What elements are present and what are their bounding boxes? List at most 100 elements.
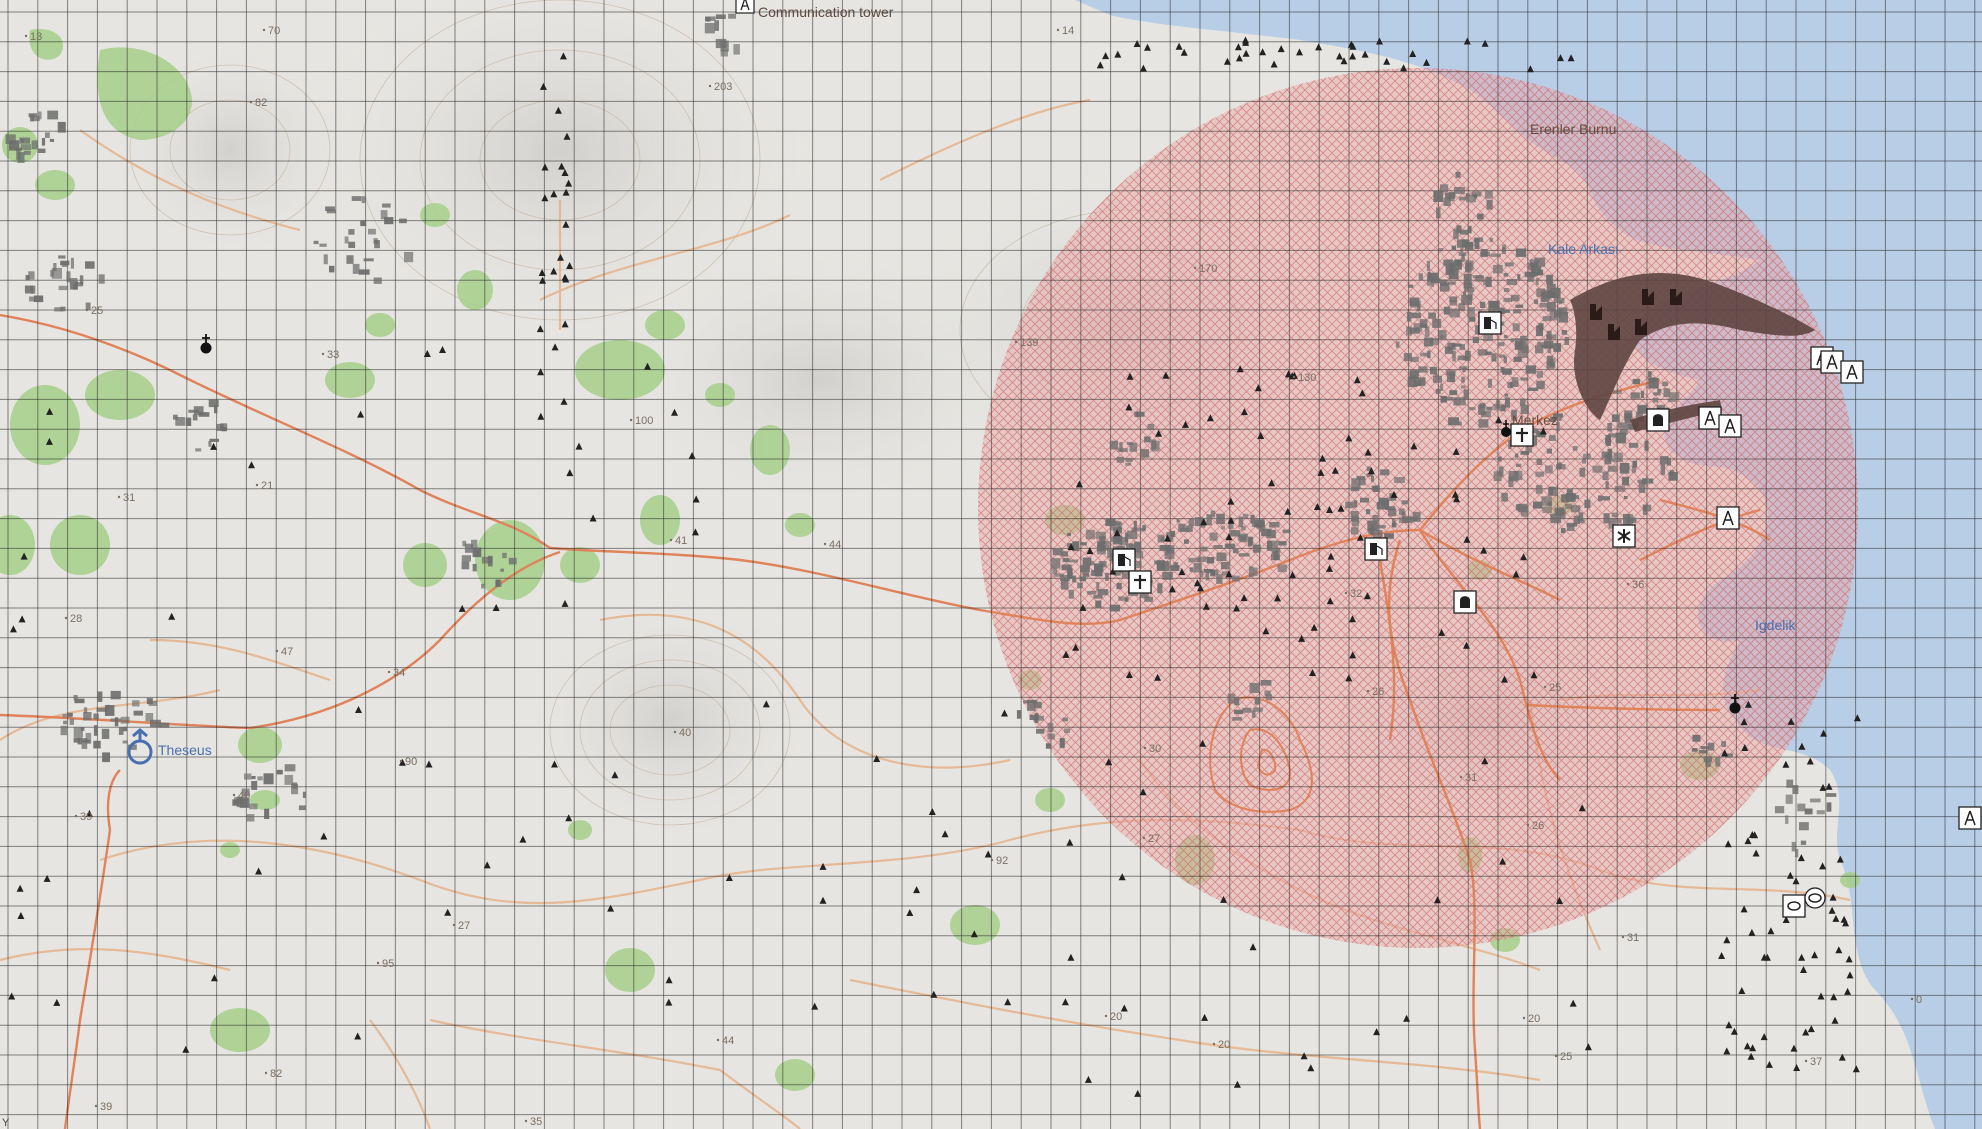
building bbox=[1238, 553, 1250, 557]
spot-height-dot bbox=[1526, 823, 1530, 827]
building bbox=[1774, 806, 1785, 814]
fuel-station-icon[interactable] bbox=[1478, 311, 1502, 335]
spot-height: 41 bbox=[675, 535, 687, 547]
building bbox=[1564, 336, 1570, 345]
building bbox=[19, 137, 30, 144]
building bbox=[1542, 506, 1552, 514]
building bbox=[1372, 486, 1380, 492]
building bbox=[1632, 378, 1640, 385]
building bbox=[1401, 500, 1408, 505]
building bbox=[1080, 542, 1087, 546]
building bbox=[1269, 522, 1280, 528]
building bbox=[101, 728, 110, 739]
building bbox=[1513, 356, 1522, 362]
building bbox=[1045, 743, 1051, 749]
building bbox=[1411, 312, 1421, 319]
police-icon[interactable] bbox=[1646, 408, 1670, 432]
building bbox=[1180, 527, 1189, 533]
building bbox=[1449, 296, 1458, 303]
building bbox=[93, 740, 101, 749]
building bbox=[1115, 522, 1123, 526]
building bbox=[1227, 693, 1236, 704]
building bbox=[1457, 355, 1468, 361]
building bbox=[1052, 548, 1063, 556]
building bbox=[1582, 453, 1591, 459]
building bbox=[1407, 376, 1418, 388]
spot-height-dot bbox=[1104, 1014, 1108, 1018]
building bbox=[373, 277, 382, 284]
building bbox=[1206, 557, 1215, 564]
building bbox=[1501, 247, 1506, 252]
building bbox=[1087, 591, 1097, 595]
transmitter-icon[interactable] bbox=[1698, 406, 1722, 430]
lighthouse-icon[interactable] bbox=[1804, 887, 1826, 909]
building bbox=[1419, 319, 1428, 328]
building bbox=[97, 691, 103, 702]
spot-height: 92 bbox=[996, 855, 1008, 867]
transmitter-icon[interactable] bbox=[1958, 806, 1982, 830]
building bbox=[1459, 229, 1469, 235]
building bbox=[1140, 449, 1149, 458]
building bbox=[360, 220, 367, 227]
transmitter-icon[interactable] bbox=[1716, 506, 1740, 530]
spot-height-dot bbox=[452, 923, 456, 927]
building bbox=[1109, 440, 1118, 450]
building bbox=[1637, 479, 1645, 483]
building bbox=[1516, 463, 1522, 467]
building bbox=[1232, 548, 1239, 554]
building bbox=[110, 690, 121, 700]
fuel-station-icon[interactable] bbox=[1364, 537, 1388, 561]
building bbox=[284, 764, 296, 772]
building bbox=[41, 138, 46, 146]
spot-height: 20 bbox=[1110, 1011, 1122, 1023]
spot-height: 35 bbox=[530, 1116, 542, 1128]
building bbox=[1491, 353, 1497, 362]
communication-tower-icon[interactable] bbox=[735, 0, 755, 14]
fuel-station-icon[interactable] bbox=[1112, 548, 1136, 572]
building bbox=[60, 725, 67, 736]
building bbox=[508, 557, 517, 565]
building bbox=[348, 229, 355, 235]
building bbox=[1047, 733, 1055, 740]
building bbox=[1520, 398, 1526, 406]
building bbox=[1570, 505, 1581, 513]
factory-icon[interactable] bbox=[1612, 524, 1636, 548]
building bbox=[1206, 514, 1212, 526]
building bbox=[85, 302, 91, 310]
building bbox=[1459, 366, 1468, 370]
spot-height-dot bbox=[1554, 1054, 1558, 1058]
hospital-icon[interactable] bbox=[1128, 570, 1152, 594]
transmitter-icon[interactable] bbox=[1820, 350, 1844, 374]
building bbox=[352, 263, 360, 274]
lighthouse-icon[interactable] bbox=[1782, 894, 1806, 918]
building bbox=[1487, 378, 1492, 388]
building bbox=[1453, 187, 1465, 194]
terrain-map[interactable]: 13 70 82 203 14 25 33 31 21 100 41 44 139 170 130 28 47 3… bbox=[0, 0, 1982, 1129]
building bbox=[344, 236, 349, 244]
building bbox=[1440, 383, 1444, 391]
spot-height: 139 bbox=[1020, 337, 1038, 349]
spot-height: 36 bbox=[1632, 579, 1644, 591]
building bbox=[1105, 572, 1109, 581]
building bbox=[1461, 294, 1472, 305]
building bbox=[1080, 565, 1090, 573]
building bbox=[1534, 299, 1539, 305]
building bbox=[1230, 530, 1241, 537]
building bbox=[58, 285, 69, 291]
spot-height-dot bbox=[1056, 28, 1060, 32]
map-view[interactable]: 13 70 82 203 14 25 33 31 21 100 41 44 139 170 130 28 47 3… bbox=[0, 0, 1982, 1129]
building bbox=[1134, 411, 1141, 418]
transmitter-icon[interactable] bbox=[1840, 360, 1864, 384]
spot-height: 27 bbox=[458, 920, 470, 932]
spot-height-dot bbox=[708, 84, 712, 88]
building bbox=[1376, 525, 1386, 529]
building bbox=[1657, 388, 1662, 393]
building bbox=[1504, 393, 1509, 397]
building bbox=[1810, 798, 1821, 803]
police-icon[interactable] bbox=[1453, 590, 1477, 614]
building bbox=[1356, 476, 1366, 480]
building bbox=[1109, 604, 1121, 612]
building bbox=[1113, 535, 1123, 545]
building bbox=[1619, 428, 1628, 435]
transmitter-icon[interactable] bbox=[1718, 414, 1742, 438]
